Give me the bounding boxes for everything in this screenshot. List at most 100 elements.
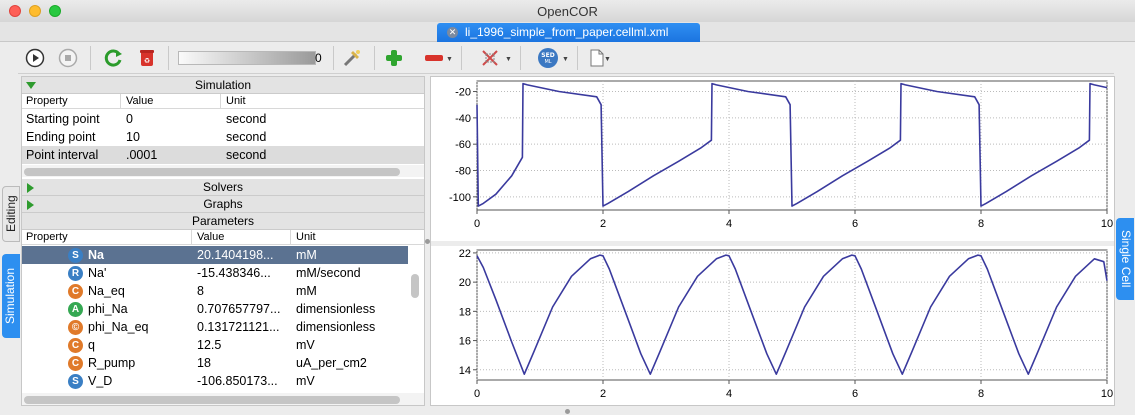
- svg-text:ML: ML: [544, 59, 551, 65]
- simulation-speed-slider[interactable]: [178, 51, 316, 65]
- property-value[interactable]: 0.131721121...: [197, 320, 279, 334]
- y-tick-label: -20: [455, 87, 471, 99]
- parameters-section-title: Parameters: [191, 214, 255, 228]
- file-tab[interactable]: ✕ li_1996_simple_from_paper.cellml.xml: [437, 23, 700, 42]
- property-unit: mM: [296, 248, 317, 262]
- table-row[interactable]: C Na_eq 8 mM: [22, 282, 408, 300]
- solvers-section-header[interactable]: Solvers: [22, 179, 424, 196]
- table-row-selected[interactable]: Point interval .0001 second: [22, 146, 424, 164]
- property-unit: dimensionless: [296, 320, 376, 334]
- chevron-down-icon[interactable]: ▼: [505, 56, 512, 63]
- table-row[interactable]: S V_D -106.850173... mV: [22, 372, 408, 390]
- table-row[interactable]: Starting point 0 second: [22, 110, 424, 128]
- property-value[interactable]: 0: [126, 112, 133, 126]
- x-tick-label: 4: [726, 388, 732, 400]
- clear-icon: ♻: [140, 50, 154, 66]
- variable-type-icon: C: [68, 356, 83, 371]
- progress-value: 0: [315, 51, 322, 65]
- property-value[interactable]: -15.438346...: [197, 266, 271, 280]
- property-value[interactable]: .0001: [126, 148, 157, 162]
- property-name: Na_eq: [88, 284, 125, 298]
- run-button[interactable]: [23, 47, 47, 69]
- add-graph-panel-button[interactable]: [382, 47, 406, 69]
- graph-panel-sodium[interactable]: 0 2 4 6 8 10 22 20 18 16 14: [431, 246, 1114, 406]
- splitter-handle[interactable]: [565, 409, 570, 414]
- chevron-down-icon[interactable]: ▼: [446, 56, 453, 63]
- variable-type-icon: ©: [68, 320, 83, 335]
- property-value[interactable]: 10: [126, 130, 140, 144]
- column-value: Value: [197, 231, 225, 243]
- property-unit: dimensionless: [296, 302, 376, 316]
- development-mode-button[interactable]: [340, 47, 364, 69]
- property-name: Starting point: [26, 112, 100, 126]
- column-unit: Unit: [296, 231, 316, 243]
- property-value[interactable]: -106.850173...: [197, 374, 278, 388]
- property-value[interactable]: 12.5: [197, 338, 221, 352]
- parameters-section-header[interactable]: Parameters: [22, 213, 424, 230]
- x-tick-label: 6: [852, 218, 858, 230]
- table-row[interactable]: Cq 12.5 mV: [22, 336, 408, 354]
- property-value[interactable]: 20.1404198...: [197, 248, 273, 262]
- close-tab-icon[interactable]: ✕: [447, 27, 458, 38]
- y-tick-label: -40: [455, 113, 471, 125]
- simulation-data-export-button[interactable]: [478, 47, 502, 69]
- remove-graph-panel-button[interactable]: [422, 47, 446, 69]
- file-tab-label: li_1996_simple_from_paper.cellml.xml: [465, 25, 669, 39]
- remove-icon: [425, 55, 443, 61]
- x-tick-label: 8: [978, 218, 984, 230]
- toolbar-separator: [90, 46, 91, 70]
- property-name: Na': [88, 266, 107, 280]
- horizontal-scrollbar[interactable]: [24, 396, 400, 404]
- y-tick-label: 18: [459, 306, 471, 318]
- y-tick-label: 14: [459, 365, 471, 377]
- x-tick-label: 10: [1101, 388, 1113, 400]
- clear-data-button[interactable]: ♻: [135, 47, 159, 69]
- reset-button[interactable]: [102, 47, 126, 69]
- sedml-export-button[interactable]: SED ML: [536, 47, 560, 69]
- simulation-side-tab[interactable]: Simulation: [2, 254, 20, 338]
- table-row[interactable]: Ending point 10 second: [22, 128, 424, 146]
- column-value: Value: [126, 95, 154, 107]
- property-name: Na: [88, 248, 104, 262]
- y-tick-label: 22: [459, 248, 471, 260]
- sedml-icon: SEDML: [538, 48, 558, 68]
- y-tick-label: -80: [455, 166, 471, 178]
- property-unit: second: [226, 112, 267, 126]
- property-name: Ending point: [26, 130, 96, 144]
- table-row[interactable]: Aphi_Na 0.707657797... dimensionless: [22, 300, 408, 318]
- table-row[interactable]: © phi_Na_eq 0.131721121... dimensionless: [22, 318, 408, 336]
- editing-side-tab[interactable]: Editing: [2, 186, 20, 242]
- y-tick-label: 20: [459, 277, 471, 289]
- data-export-icon: [482, 50, 498, 66]
- single-cell-side-tab[interactable]: Single Cell: [1116, 218, 1134, 300]
- collapse-arrow-icon: [27, 183, 34, 193]
- graphs-section-header[interactable]: Graphs: [22, 196, 424, 213]
- property-value[interactable]: 18: [197, 356, 211, 370]
- horizontal-scrollbar[interactable]: [24, 168, 400, 176]
- run-icon: [25, 48, 45, 68]
- x-tick-label: 8: [978, 388, 984, 400]
- toolbar-separator: [168, 46, 169, 70]
- graph-panel-membrane-potential[interactable]: 0 2 4 6 8 10 -20 -40 -60 -80 -100: [431, 77, 1114, 241]
- x-tick-label: 2: [600, 388, 606, 400]
- variable-type-icon: C: [68, 284, 83, 299]
- simulation-section-title: Simulation: [194, 78, 252, 92]
- chevron-down-icon[interactable]: ▼: [562, 56, 569, 63]
- graph-panels: 0 2 4 6 8 10 -20 -40 -60 -80 -100 0 2 4 6 8 10 22 20 18 16 1…: [430, 76, 1115, 406]
- property-value[interactable]: 8: [197, 284, 204, 298]
- simulation-section-header[interactable]: Simulation: [22, 77, 424, 94]
- chevron-down-icon[interactable]: ▼: [604, 56, 611, 63]
- table-row[interactable]: C R_pump 18 uA_per_cm2: [22, 354, 408, 372]
- vertical-scrollbar[interactable]: [411, 274, 419, 298]
- table-row[interactable]: R Na' -15.438346... mM/second: [22, 264, 408, 282]
- property-name: R_pump: [88, 356, 136, 370]
- property-value[interactable]: 0.707657797...: [197, 302, 280, 316]
- y-tick-label: 16: [459, 336, 471, 348]
- y-tick-label: -100: [449, 192, 471, 204]
- variable-type-icon: R: [68, 266, 83, 281]
- solvers-section-title: Solvers: [202, 180, 243, 194]
- table-row-selected[interactable]: S Na 20.1404198... mM: [22, 246, 408, 264]
- stop-button[interactable]: [56, 47, 80, 69]
- simulation-toolbar: ♻ 0 ▼ ▼ SED ML ▼ ▼: [18, 42, 1114, 74]
- graphs-section-title: Graphs: [203, 197, 243, 211]
